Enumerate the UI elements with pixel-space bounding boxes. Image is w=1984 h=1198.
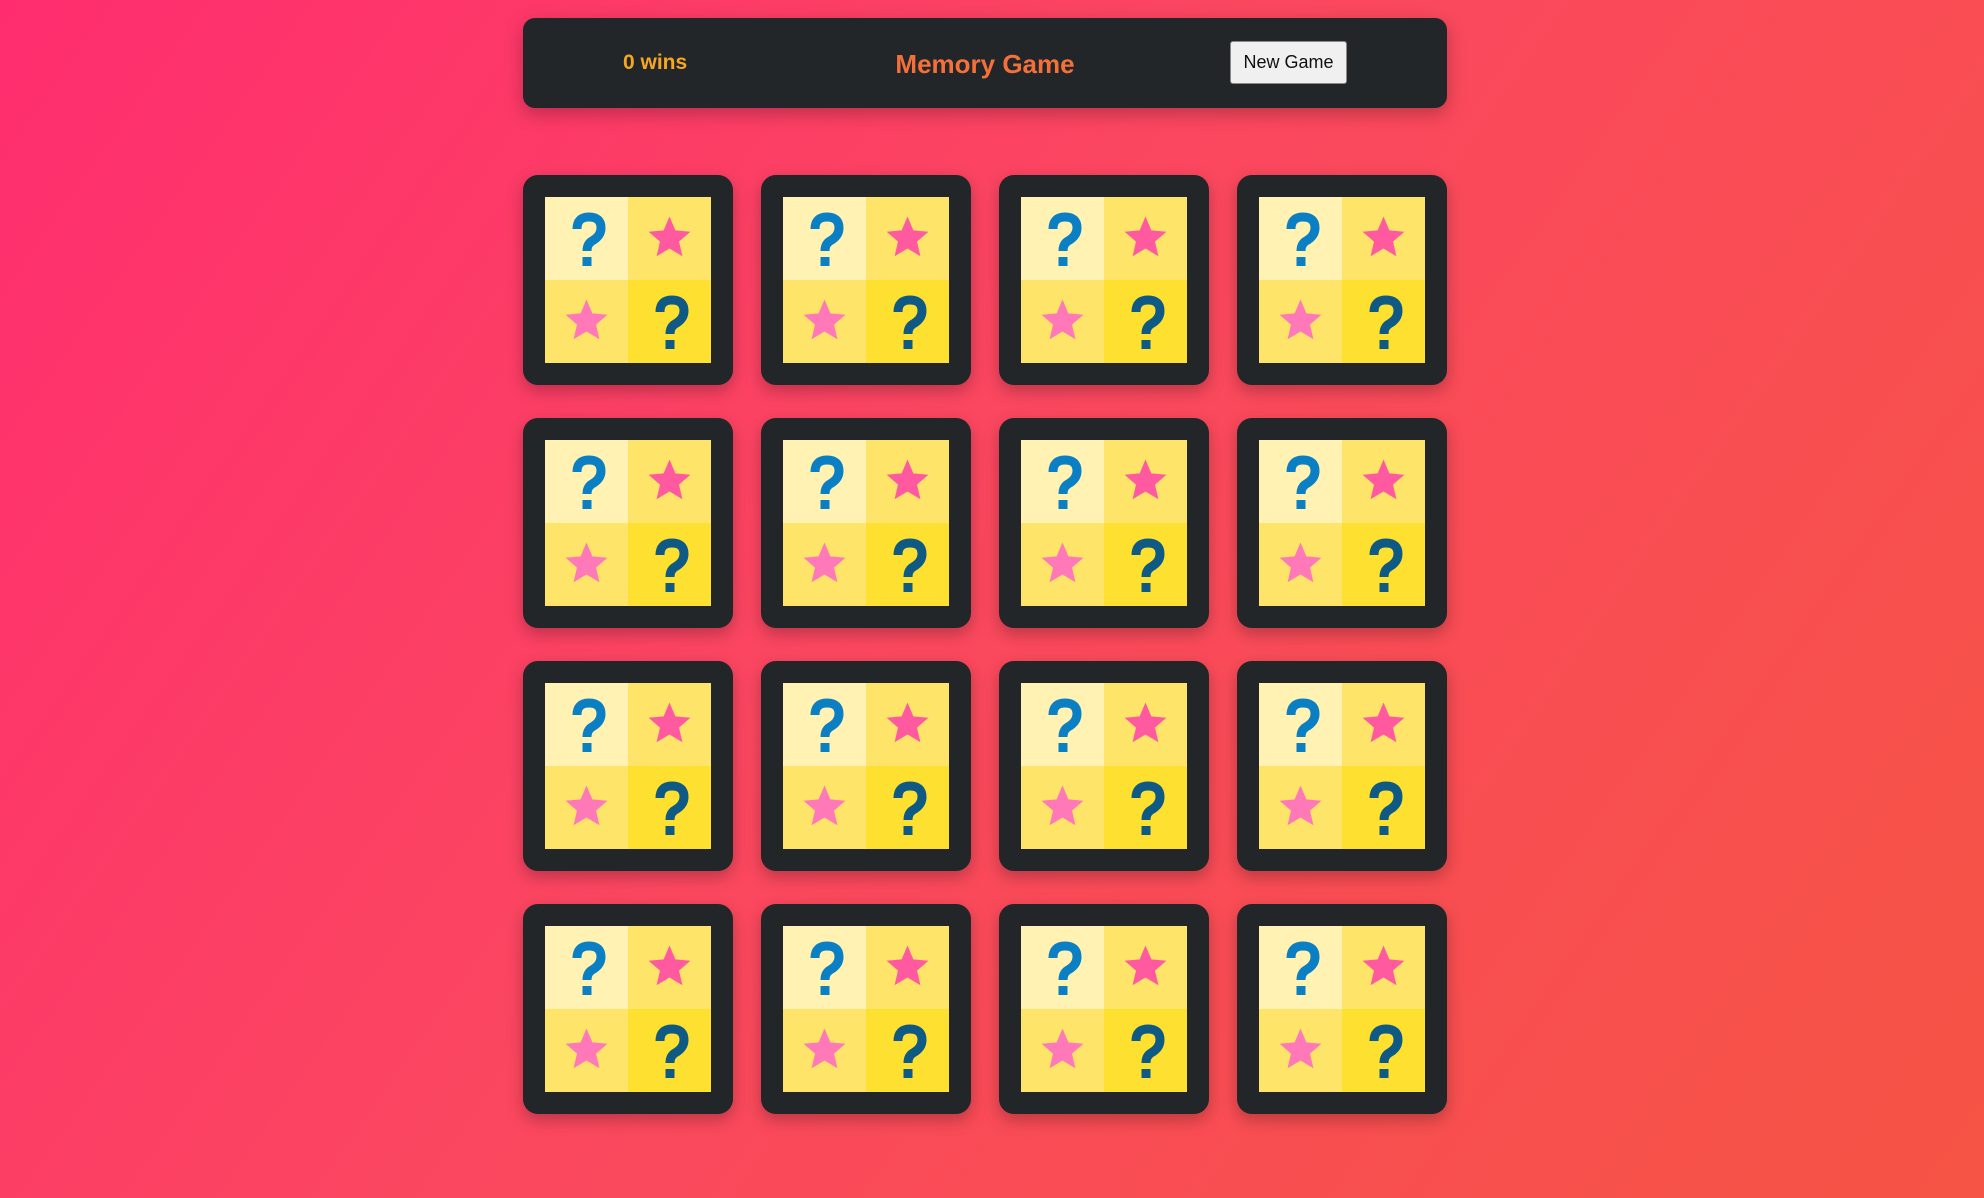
card-back-icon: [545, 926, 711, 1092]
memory-card[interactable]: [999, 904, 1209, 1114]
card-back-icon: [783, 440, 949, 606]
card-back-icon: [1021, 926, 1187, 1092]
memory-card[interactable]: [1237, 661, 1447, 871]
memory-card[interactable]: [999, 661, 1209, 871]
memory-card[interactable]: [1237, 175, 1447, 385]
memory-card[interactable]: [1237, 904, 1447, 1114]
card-back-icon: [1259, 926, 1425, 1092]
memory-card[interactable]: [999, 418, 1209, 628]
memory-card[interactable]: [523, 904, 733, 1114]
card-back-icon: [1259, 197, 1425, 363]
memory-card[interactable]: [523, 661, 733, 871]
card-back-icon: [545, 197, 711, 363]
card-back-icon: [1259, 683, 1425, 849]
memory-card[interactable]: [761, 904, 971, 1114]
memory-card[interactable]: [761, 175, 971, 385]
card-back-icon: [545, 440, 711, 606]
card-back-icon: [1259, 440, 1425, 606]
memory-card[interactable]: [999, 175, 1209, 385]
card-back-icon: [783, 683, 949, 849]
memory-card[interactable]: [761, 418, 971, 628]
memory-card[interactable]: [1237, 418, 1447, 628]
memory-card[interactable]: [761, 661, 971, 871]
card-back-icon: [1021, 197, 1187, 363]
card-back-icon: [783, 197, 949, 363]
card-back-icon: [545, 683, 711, 849]
memory-card[interactable]: [523, 175, 733, 385]
card-grid: [523, 175, 1447, 1115]
game-header: 0 wins Memory Game New Game: [523, 18, 1447, 108]
new-game-button[interactable]: New Game: [1230, 41, 1347, 84]
card-back-icon: [1021, 683, 1187, 849]
memory-card[interactable]: [523, 418, 733, 628]
card-back-icon: [783, 926, 949, 1092]
card-back-icon: [1021, 440, 1187, 606]
